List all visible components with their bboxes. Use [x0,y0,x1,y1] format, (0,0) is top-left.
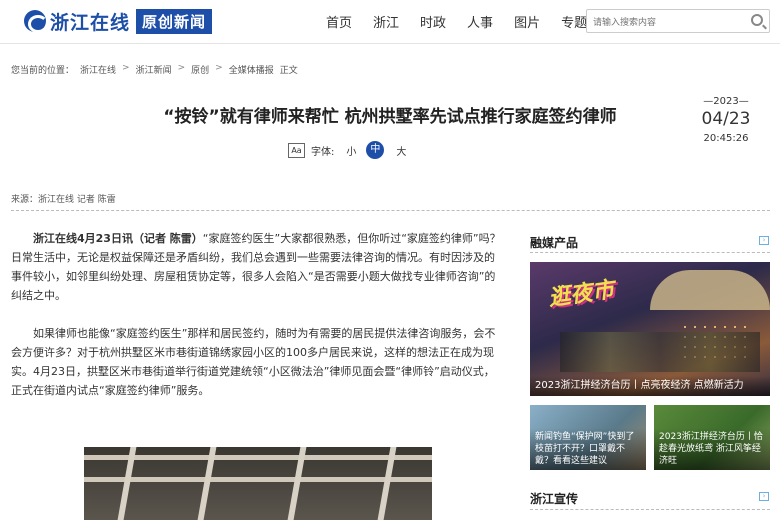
card-banner-text: 逛夜市 [546,277,616,312]
publish-date: —2023— 04/23 20:45:26 [694,96,758,144]
article-body: 浙江在线4月23日讯（记者 陈雷）“家庭签约医生”大家都很熟悉，但你听过“家庭签… [11,229,503,419]
card-image-crowd [560,332,760,372]
zhejiang-promo-heading: 浙江宣传 [530,492,579,506]
search-icon[interactable] [751,14,763,26]
card-image-umbrella [650,270,770,310]
divider [11,210,770,211]
article-source: 来源：浙江在线 记者 陈雷 [11,195,116,205]
media-card[interactable]: 2023浙江拼经济台历丨恰趁春光放纸鸢 浙江风筝经济旺 [654,405,770,470]
font-size-large[interactable]: 大 [396,143,406,158]
font-size-label: 字体: [311,146,335,158]
date-year: —2023— [703,96,749,107]
breadcrumb-item[interactable]: 浙江在线 [80,63,116,76]
nav-item-politics[interactable]: 时政 [420,12,446,31]
site-logo[interactable]: 浙江在线 原创新闻 [24,8,213,34]
font-size-small[interactable]: 小 [346,143,356,158]
date-month-day: 04/23 [701,109,751,129]
nav-item-zhejiang[interactable]: 浙江 [373,12,399,31]
card-caption: 新闻钓鱼“保护网”快到了 枝苗打不开？口罩戴不戴？看看这些建议 [530,428,646,470]
paragraph: 如果律师也能像“家庭签约医生”那样和居民签约，随时为有需要的居民提供法律咨询服务… [11,327,496,397]
date-time: 20:45:26 [703,133,749,144]
breadcrumb-separator: > [215,63,223,73]
breadcrumb-item[interactable]: 浙江新闻 [136,63,172,76]
breadcrumb-separator: > [177,63,186,73]
breadcrumb-current: 正文 [279,66,298,76]
search-box [586,9,770,34]
card-caption: 2023浙江拼经济台历丨恰趁春光放纸鸢 浙江风筝经济旺 [654,428,770,470]
breadcrumb-prefix: 您当前的位置： [11,66,75,76]
breadcrumb-item[interactable]: 原创 [191,63,209,76]
breadcrumb-separator: > [122,63,130,73]
article-lead: 浙江在线4月23日讯（记者 陈雷） [33,232,203,245]
logo-badge: 原创新闻 [136,8,213,34]
font-size-control: Aa 字体: 小 中 大 [288,141,406,159]
photo-ceiling-beam [84,455,432,460]
article-photo [84,447,432,520]
site-header: 浙江在线 原创新闻 首页 浙江 时政 人事 图片 专题 [0,0,780,44]
breadcrumb: 您当前的位置： 浙江在线 > 浙江新闻 > 原创 > 全媒体播报 正文 [11,63,304,76]
logo-text: 浙江在线 [50,11,131,34]
font-size-medium[interactable]: 中 [366,141,385,159]
main-nav: 首页 浙江 时政 人事 图片 专题 [326,12,608,31]
media-products-heading: 融媒产品 [530,236,579,250]
nav-item-pictures[interactable]: 图片 [514,12,540,31]
search-input[interactable] [587,12,737,34]
more-arrow-icon[interactable]: › [759,236,769,245]
media-card[interactable]: 新闻钓鱼“保护网”快到了 枝苗打不开？口罩戴不戴？看看这些建议 [530,405,646,470]
divider [530,252,770,253]
breadcrumb-item[interactable]: 全媒体播报 [229,63,274,76]
article-title: “按铃”就有律师来帮忙 杭州拱墅率先试点推行家庭签约律师 [163,107,617,127]
nav-item-topics[interactable]: 专题 [561,12,587,31]
card-caption: 2023浙江拼经济台历丨点亮夜经济 点燃新活力 [530,376,770,396]
logo-icon [24,10,48,33]
divider [530,509,770,510]
nav-item-home[interactable]: 首页 [326,12,352,31]
photo-ceiling-beam [84,477,432,482]
paragraph: 浙江在线4月23日讯（记者 陈雷）“家庭签约医生”大家都很熟悉，但你听过“家庭签… [11,229,503,305]
media-card-featured[interactable]: 逛夜市 2023浙江拼经济台历丨点亮夜经济 点燃新活力 [530,262,770,396]
font-size-icon: Aa [288,142,305,158]
more-arrow-icon[interactable]: › [759,492,769,501]
nav-item-personnel[interactable]: 人事 [467,12,493,31]
